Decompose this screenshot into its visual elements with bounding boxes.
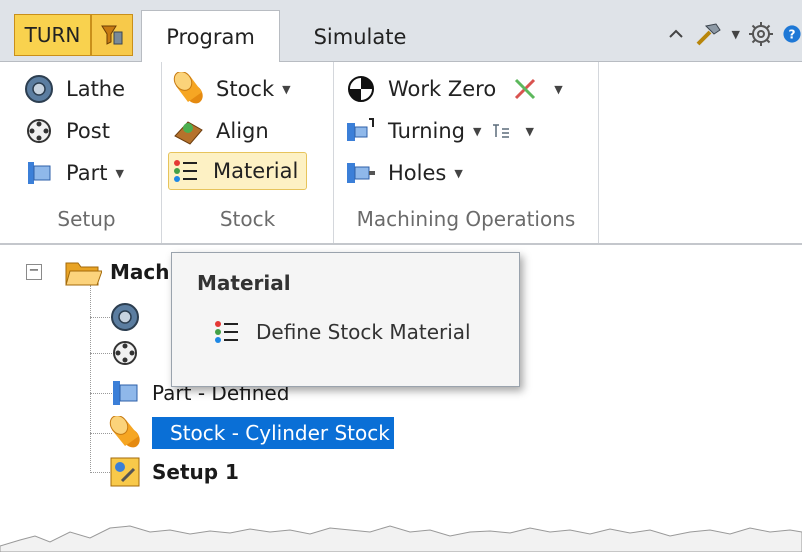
ribbon-group-setup: Lathe Post Part ▼ Setup <box>12 62 162 243</box>
material-tooltip: Material Define Stock Material <box>171 252 520 387</box>
tree-item-stock[interactable]: Stock - Cylinder Stock <box>106 413 394 453</box>
tooltip-item-label: Define Stock Material <box>256 320 471 344</box>
ribbon-group-machining-operations: Work Zero ▼ Turning ▼ ▼ Holes ▼ Machinin… <box>334 62 599 243</box>
post-icon <box>22 114 56 148</box>
tree-item-setup[interactable]: Setup 1 <box>106 452 239 492</box>
work-zero-button[interactable]: Work Zero ▼ <box>344 70 563 108</box>
tab-program[interactable]: Program <box>141 10 280 63</box>
post-button[interactable]: Post <box>22 112 110 150</box>
holes-icon <box>344 156 378 190</box>
help-button[interactable]: ? <box>782 18 802 50</box>
holes-caret-icon: ▼ <box>454 166 463 180</box>
hammer-tools-icon <box>696 23 721 46</box>
tool-palette-icon <box>508 72 542 106</box>
tree-root-node[interactable]: Mach <box>64 252 170 292</box>
settings-gear-icon <box>749 22 773 46</box>
work-zero-label: Work Zero <box>388 77 497 101</box>
tools-menu-button[interactable]: ▼ <box>694 18 740 50</box>
turning-icon <box>344 114 378 148</box>
holes-button[interactable]: Holes ▼ <box>344 154 463 192</box>
ribbon-group-stock: Stock ▼ Align Material Stock <box>162 62 334 243</box>
turn-menu-label: TURN <box>24 23 81 47</box>
part-caret-icon: ▼ <box>115 166 124 180</box>
tree-item-stock-label: Stock - Cylinder Stock <box>152 417 394 449</box>
material-label: Material <box>213 159 299 183</box>
tools-caret-icon: ▼ <box>731 27 740 41</box>
tooltip-title: Material <box>197 271 291 295</box>
toolpath-caret-icon[interactable]: ▼ <box>525 125 533 138</box>
turning-button[interactable]: Turning ▼ ▼ <box>344 112 534 150</box>
work-zero-caret-icon[interactable]: ▼ <box>554 83 562 96</box>
lathe-button[interactable]: Lathe <box>22 70 125 108</box>
material-button[interactable]: Material <box>168 152 308 190</box>
lathe-label: Lathe <box>66 77 126 101</box>
collapse-ribbon-icon <box>668 29 683 38</box>
work-zero-icon <box>344 72 378 106</box>
align-label: Align <box>216 119 269 143</box>
tree-item-lathe[interactable] <box>106 297 152 337</box>
tree-root-label: Mach <box>110 260 170 284</box>
quick-access-filter-button[interactable] <box>91 14 133 56</box>
collapse-ribbon-button[interactable] <box>666 18 686 50</box>
part-button[interactable]: Part ▼ <box>22 154 124 192</box>
ribbon-right-controls: ▼ ? <box>666 18 802 50</box>
svg-text:?: ? <box>788 27 795 41</box>
stock-caret-icon: ▼ <box>282 82 291 96</box>
group-label-machining-operations: Machining Operations <box>356 207 576 231</box>
settings-button[interactable] <box>748 18 774 50</box>
lathe-icon <box>106 298 144 336</box>
align-icon <box>172 114 206 148</box>
stock-cylinder-icon <box>106 414 144 452</box>
stock-label: Stock <box>216 77 275 101</box>
help-icon: ? <box>783 25 801 43</box>
post-icon <box>106 334 144 372</box>
material-icon <box>169 154 203 188</box>
stock-button[interactable]: Stock ▼ <box>172 70 291 108</box>
part-icon <box>22 156 56 190</box>
lathe-icon <box>22 72 56 106</box>
tree-item-post[interactable] <box>106 333 152 373</box>
turning-label: Turning <box>388 119 465 143</box>
tab-simulate[interactable]: Simulate <box>290 10 430 63</box>
align-button[interactable]: Align <box>172 112 269 150</box>
part-icon <box>106 374 144 412</box>
tree-collapse-toggle[interactable]: − <box>26 264 42 280</box>
part-label: Part <box>66 161 108 185</box>
material-icon <box>210 315 244 349</box>
holes-label: Holes <box>388 161 447 185</box>
tree-connector-line <box>90 285 91 473</box>
folder-open-icon <box>64 253 102 291</box>
ribbon-panel: Lathe Post Part ▼ Setup Stock ▼ Align Ma… <box>0 62 802 280</box>
tab-simulate-label: Simulate <box>313 24 407 49</box>
stock-cylinder-icon <box>172 72 206 106</box>
tooltip-description: Define Stock Material <box>210 315 471 349</box>
ribbon-tab-strip: TURN Program Simulate ▼ ? <box>0 0 802 63</box>
turn-menu-button[interactable]: TURN <box>14 14 91 56</box>
group-label-stock: Stock <box>219 207 276 231</box>
post-label: Post <box>66 119 110 143</box>
tab-program-label: Program <box>166 25 255 49</box>
group-label-setup: Setup <box>57 207 116 231</box>
filter-tools-icon <box>101 25 123 45</box>
turning-caret-icon: ▼ <box>473 124 482 138</box>
tree-item-setup-label: Setup 1 <box>152 460 239 484</box>
torn-edge-decoration <box>0 525 802 552</box>
toolpath-list-icon <box>489 114 513 148</box>
setup-icon <box>106 453 144 491</box>
